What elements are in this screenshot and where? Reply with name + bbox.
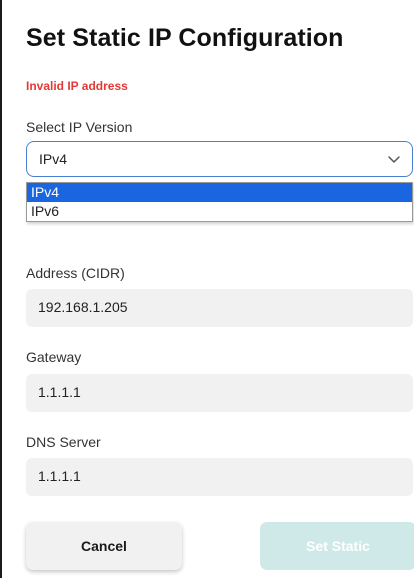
set-static-button[interactable]: Set Static [260, 522, 414, 570]
chevron-down-icon [388, 156, 400, 163]
ip-version-selected-value: IPv4 [39, 151, 68, 167]
error-message: Invalid IP address [26, 79, 128, 93]
dialog-title: Set Static IP Configuration [26, 24, 344, 52]
address-input-value: 192.168.1.205 [38, 299, 128, 315]
dns-server-input[interactable]: 1.1.1.1 [26, 458, 413, 496]
ip-version-option-ipv4[interactable]: IPv4 [27, 183, 412, 202]
address-input[interactable]: 192.168.1.205 [26, 289, 413, 327]
address-label: Address (CIDR) [26, 265, 125, 281]
ip-version-label: Select IP Version [26, 119, 133, 135]
ip-version-dropdown-list: IPv4 IPv6 [26, 182, 413, 222]
gateway-input[interactable]: 1.1.1.1 [26, 374, 413, 412]
gateway-input-value: 1.1.1.1 [38, 384, 81, 400]
ip-version-select[interactable]: IPv4 [26, 141, 413, 177]
gateway-label: Gateway [26, 349, 82, 365]
static-ip-dialog: Set Static IP Configuration Invalid IP a… [0, 0, 414, 578]
cancel-button[interactable]: Cancel [26, 522, 182, 570]
dns-server-label: DNS Server [26, 434, 101, 450]
dns-server-input-value: 1.1.1.1 [38, 468, 81, 484]
ip-version-option-ipv6[interactable]: IPv6 [27, 202, 412, 221]
